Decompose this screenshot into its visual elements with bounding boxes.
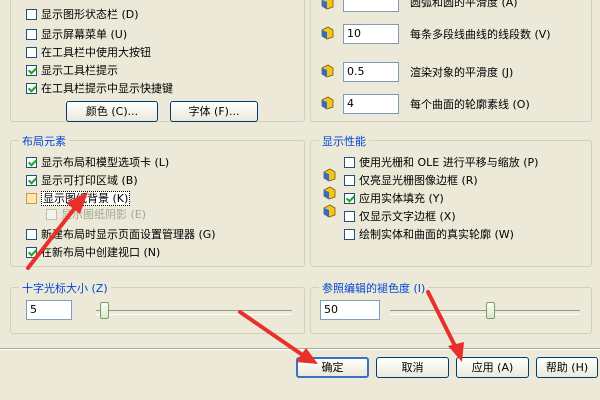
colors-button[interactable]: 颜色 (C)... (66, 101, 158, 122)
checkbox-box[interactable] (26, 174, 37, 186)
checkbox-paper-background[interactable]: 显示图纸背景 (K) (26, 190, 131, 207)
checkbox-box[interactable] (344, 228, 355, 240)
xref-fade-slider-track[interactable] (390, 310, 580, 315)
display-performance-title: 显示性能 (319, 133, 369, 149)
checkbox-box[interactable] (344, 156, 355, 168)
checkbox-raster-frame[interactable]: 仅亮显光栅图像边框 (R) (344, 172, 478, 189)
ok-button[interactable]: 确定 (296, 357, 369, 378)
crosshair-slider-thumb[interactable] (100, 302, 109, 319)
resolution-cube-icon (321, 0, 334, 10)
checkbox-raster-ole[interactable]: 使用光栅和 OLE 进行平移与缩放 (P) (344, 154, 538, 171)
checkbox-box[interactable] (344, 210, 355, 222)
checkbox-show-screen-menu[interactable]: 显示屏幕菜单 (U) (26, 26, 127, 43)
checkbox-box[interactable] (26, 192, 37, 204)
polyline-segments-label: 每条多段线曲线的线段数 (V) (410, 28, 551, 41)
help-button[interactable]: 帮助 (H) (536, 357, 598, 378)
checkbox-text-frame[interactable]: 仅显示文字边框 (X) (344, 208, 456, 225)
contour-lines-label: 每个曲面的轮廓素线 (O) (410, 98, 530, 111)
checkbox-box[interactable] (26, 228, 37, 240)
text-cube-icon (323, 204, 336, 218)
xref-fade-title: 参照编辑的褪色度 (I) (319, 280, 429, 296)
crosshair-title: 十字光标大小 (Z) (19, 280, 111, 296)
checkbox-show-status-bar[interactable]: 显示图形状态栏 (D) (26, 6, 139, 23)
checkbox-box[interactable] (26, 156, 37, 168)
crosshair-slider-track[interactable] (96, 310, 292, 315)
xref-fade-slider-thumb[interactable] (486, 302, 495, 319)
checkbox-paper-shadow[interactable]: 显示图纸阴影 (E) (46, 206, 146, 223)
checkbox-box[interactable] (344, 174, 355, 186)
checkbox-box[interactable] (26, 8, 37, 20)
apply-button[interactable]: 应用 (A) (456, 357, 529, 378)
raster-cube-icon (323, 168, 336, 182)
checkbox-tooltip-shortcuts[interactable]: 在工具栏提示中显示快捷键 (26, 80, 173, 97)
render-cube-icon (321, 64, 334, 78)
checkbox-show-tooltips[interactable]: 显示工具栏提示 (26, 62, 118, 79)
polyline-segments-input[interactable]: 10 (343, 24, 399, 44)
checkbox-box[interactable] (26, 82, 37, 94)
checkbox-box[interactable] (344, 192, 355, 204)
arc-smoothness-label: 圆弧和圆的平滑度 (A) (410, 0, 518, 9)
checkbox-true-silhouette[interactable]: 绘制实体和曲面的真实轮廓 (W) (344, 226, 514, 243)
render-smoothness-input[interactable]: 0.5 (343, 62, 399, 82)
polyline-cube-icon (321, 26, 334, 40)
xref-fade-input[interactable]: 50 (320, 300, 380, 320)
cancel-button[interactable]: 取消 (376, 357, 449, 378)
bottom-divider (0, 348, 600, 350)
contour-lines-input[interactable]: 4 (343, 94, 399, 114)
checkbox-box[interactable] (26, 28, 37, 40)
checkbox-printable-area[interactable]: 显示可打印区域 (B) (26, 172, 138, 189)
checkbox-create-viewport[interactable]: 在新布局中创建视口 (N) (26, 244, 160, 261)
crosshair-size-input[interactable]: 5 (26, 300, 72, 320)
checkbox-box[interactable] (26, 246, 37, 258)
checkbox-box[interactable] (26, 64, 37, 76)
checkbox-page-setup-manager[interactable]: 新建布局时显示页面设置管理器 (G) (26, 226, 216, 243)
checkbox-large-buttons[interactable]: 在工具栏中使用大按钮 (26, 44, 151, 61)
render-smoothness-label: 渲染对象的平滑度 (J) (410, 66, 514, 79)
checkbox-layout-tabs[interactable]: 显示布局和模型选项卡 (L) (26, 154, 169, 171)
layout-elements-title: 布局元素 (19, 133, 69, 149)
checkbox-solid-fill[interactable]: 应用实体填充 (Y) (344, 190, 444, 207)
contour-cube-icon (321, 96, 334, 110)
fill-cube-icon (323, 186, 336, 200)
checkbox-box[interactable] (26, 46, 37, 58)
fonts-button[interactable]: 字体 (F)... (170, 101, 258, 122)
checkbox-box[interactable] (46, 208, 57, 220)
arc-smoothness-input[interactable] (343, 0, 399, 12)
